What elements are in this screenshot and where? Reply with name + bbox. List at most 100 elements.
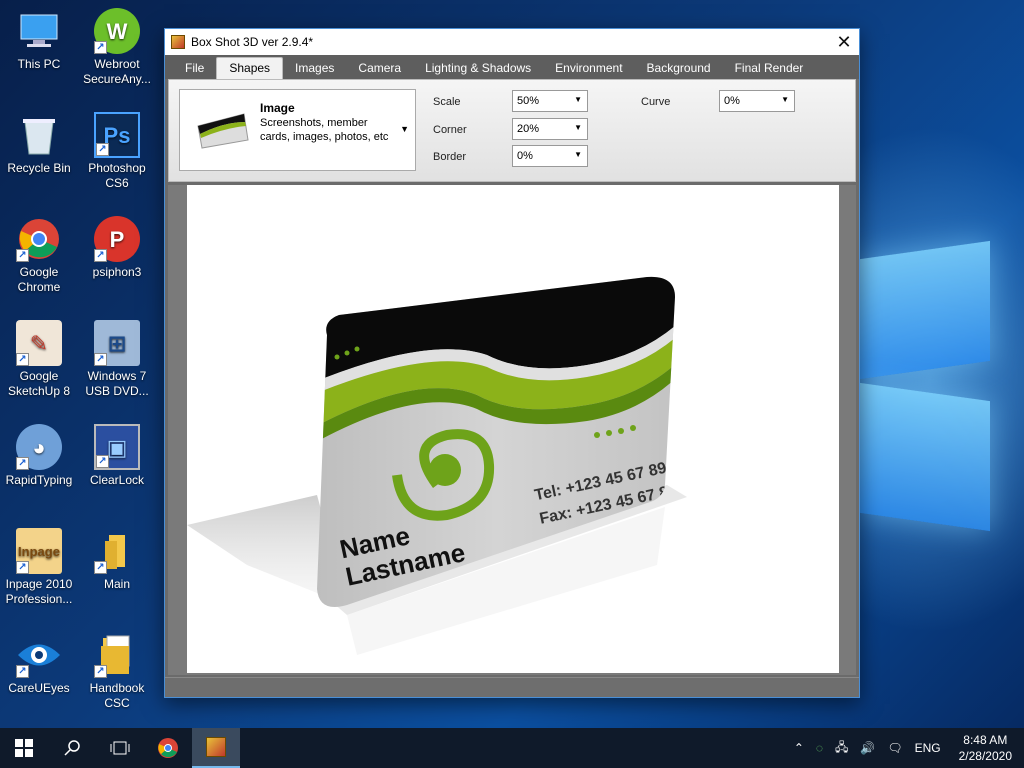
- desktop-icon-label: ClearLock: [89, 473, 145, 487]
- tab-camera[interactable]: Camera: [346, 58, 413, 79]
- border-value: 0%: [517, 150, 533, 162]
- desktop-icon-inpage[interactable]: Inpage ↗ Inpage 2010 Profession...: [1, 528, 77, 607]
- desktop-icon-label: Photoshop CS6: [88, 161, 146, 190]
- taskbar-chrome[interactable]: [144, 728, 192, 768]
- shape-thumbnail: [194, 112, 252, 150]
- render-canvas[interactable]: Tel: +123 45 67 89 Fax: +123 45 67 89 Na…: [187, 185, 839, 673]
- scale-label: Scale: [433, 96, 461, 108]
- chevron-down-icon: ▼: [574, 150, 582, 159]
- app-icon: [171, 35, 185, 49]
- usb-tool-icon: ⊞ ↗: [94, 320, 140, 366]
- tab-images[interactable]: Images: [283, 58, 346, 79]
- desktop-icon-usb-tool[interactable]: ⊞ ↗ Windows 7 USB DVD...: [79, 320, 155, 399]
- curve-select[interactable]: 0% ▼: [719, 90, 795, 112]
- task-view-button[interactable]: [96, 728, 144, 768]
- corner-label: Corner: [433, 124, 467, 136]
- desktop-icon-label: Google SketchUp 8: [7, 369, 71, 398]
- notification-icon[interactable]: 🗨: [881, 741, 908, 755]
- folder-docs-icon: ↗: [94, 632, 140, 678]
- chevron-down-icon: ▼: [781, 95, 789, 104]
- desktop-icon-clearlock[interactable]: ▣ ↗ ClearLock: [79, 424, 155, 488]
- box-shot-window: Box Shot 3D ver 2.9.4* ✕ File Shapes Ima…: [164, 28, 860, 698]
- system-tray: ⌃ ◌ 🖧 🔊 🗨 ENG 8:48 AM 2/28/2020: [788, 728, 1024, 768]
- scale-value: 50%: [517, 95, 540, 107]
- chrome-icon: [158, 738, 178, 758]
- search-icon: [64, 740, 80, 756]
- computer-icon: [16, 8, 62, 54]
- sketchup-icon: ✎ ↗: [16, 320, 62, 366]
- chevron-up-icon[interactable]: ⌃: [788, 741, 810, 755]
- windows-start-icon: [15, 739, 33, 757]
- windows-logo-graphic: [860, 220, 1024, 532]
- desktop-icon-recycle-bin[interactable]: Recycle Bin: [1, 112, 77, 176]
- psiphon-icon: P ↗: [94, 216, 140, 262]
- close-icon[interactable]: ✕: [829, 29, 859, 55]
- desktop-icon-photoshop[interactable]: Ps ↗ Photoshop CS6: [79, 112, 155, 191]
- business-card-3d-preview: Tel: +123 45 67 89 Fax: +123 45 67 89 Na…: [187, 276, 687, 655]
- desktop-icon-label: Inpage 2010 Profession...: [5, 577, 73, 606]
- clock-time: 8:48 AM: [963, 733, 1008, 747]
- language-indicator[interactable]: ENG: [909, 741, 947, 755]
- shape-description: Screenshots, member cards, images, photo…: [260, 117, 389, 143]
- preview-area: Tel: +123 45 67 89 Fax: +123 45 67 89 Na…: [168, 185, 856, 675]
- desktop-icon-label: Webroot SecureAny...: [83, 57, 151, 86]
- task-view-icon: [110, 741, 130, 755]
- shape-type-dropdown[interactable]: Image Screenshots, member cards, images,…: [179, 89, 416, 171]
- shapes-panel: Image Screenshots, member cards, images,…: [168, 79, 856, 182]
- window-titlebar[interactable]: Box Shot 3D ver 2.9.4* ✕: [165, 29, 859, 55]
- recycle-bin-icon: [16, 112, 62, 158]
- shape-title: Image: [260, 101, 295, 115]
- box-shot-icon: [206, 737, 226, 757]
- rapidtyping-icon: ◕ ↗: [16, 424, 62, 470]
- tab-background[interactable]: Background: [635, 58, 723, 79]
- inpage-icon: Inpage ↗: [16, 528, 62, 574]
- status-bar: [165, 677, 859, 697]
- desktop-icon-rapidtyping[interactable]: ◕ ↗ RapidTyping: [1, 424, 77, 488]
- border-label: Border: [433, 151, 467, 163]
- chevron-down-icon: ▼: [574, 123, 582, 132]
- start-button[interactable]: [0, 728, 48, 768]
- network-icon[interactable]: 🖧: [829, 738, 854, 759]
- tab-final-render[interactable]: Final Render: [723, 58, 816, 79]
- border-select[interactable]: 0% ▼: [512, 145, 588, 167]
- webroot-icon: W ↗: [94, 8, 140, 54]
- corner-select[interactable]: 20% ▼: [512, 118, 588, 140]
- desktop-icon-label: Handbook CSC: [89, 681, 145, 710]
- taskbar-box-shot[interactable]: [192, 728, 240, 768]
- desktop-icon-sketchup[interactable]: ✎ ↗ Google SketchUp 8: [1, 320, 77, 399]
- taskbar: ⌃ ◌ 🖧 🔊 🗨 ENG 8:48 AM 2/28/2020: [0, 728, 1024, 768]
- tab-file[interactable]: File: [173, 58, 216, 79]
- desktop-icon-psiphon[interactable]: P ↗ psiphon3: [79, 216, 155, 280]
- desktop-icon-label: Google Chrome: [17, 265, 61, 294]
- desktop-icon-label: CareUEyes: [8, 681, 70, 695]
- photoshop-icon: Ps ↗: [94, 112, 140, 158]
- chevron-down-icon: ▼: [574, 95, 582, 104]
- desktop-icon-handbook[interactable]: ↗ Handbook CSC: [79, 632, 155, 711]
- clearlock-icon: ▣ ↗: [94, 424, 140, 470]
- clock[interactable]: 8:48 AM 2/28/2020: [947, 732, 1024, 764]
- scale-select[interactable]: 50% ▼: [512, 90, 588, 112]
- search-button[interactable]: [48, 728, 96, 768]
- tab-shapes[interactable]: Shapes: [216, 57, 284, 79]
- desktop-icon-label: Main: [103, 577, 130, 591]
- volume-icon[interactable]: 🔊: [854, 741, 881, 755]
- tab-lighting-shadows[interactable]: Lighting & Shadows: [413, 58, 543, 79]
- desktop-icon-label: Recycle Bin: [7, 161, 71, 175]
- chrome-icon: ↗: [16, 216, 62, 262]
- tab-environment[interactable]: Environment: [543, 58, 634, 79]
- window-title: Box Shot 3D ver 2.9.4*: [191, 35, 314, 49]
- desktop-icon-careueyes[interactable]: ↗ CareUEyes: [1, 632, 77, 696]
- eye-icon: ↗: [16, 632, 62, 678]
- desktop-icon-label: RapidTyping: [5, 473, 73, 487]
- folder-icon: ↗: [94, 528, 140, 574]
- clock-date: 2/28/2020: [958, 749, 1012, 763]
- tab-bar: File Shapes Images Camera Lighting & Sha…: [165, 55, 859, 79]
- desktop-icon-webroot[interactable]: W ↗ Webroot SecureAny...: [79, 8, 155, 87]
- loading-icon[interactable]: ◌: [810, 741, 829, 755]
- desktop-icon-label: Windows 7 USB DVD...: [85, 369, 149, 398]
- desktop-icon-chrome[interactable]: ↗ Google Chrome: [1, 216, 77, 295]
- desktop-icon-main[interactable]: ↗ Main: [79, 528, 155, 592]
- chevron-down-icon: ▼: [400, 124, 409, 134]
- desktop-icon-label: psiphon3: [92, 265, 142, 279]
- desktop-icon-this-pc[interactable]: This PC: [1, 8, 77, 72]
